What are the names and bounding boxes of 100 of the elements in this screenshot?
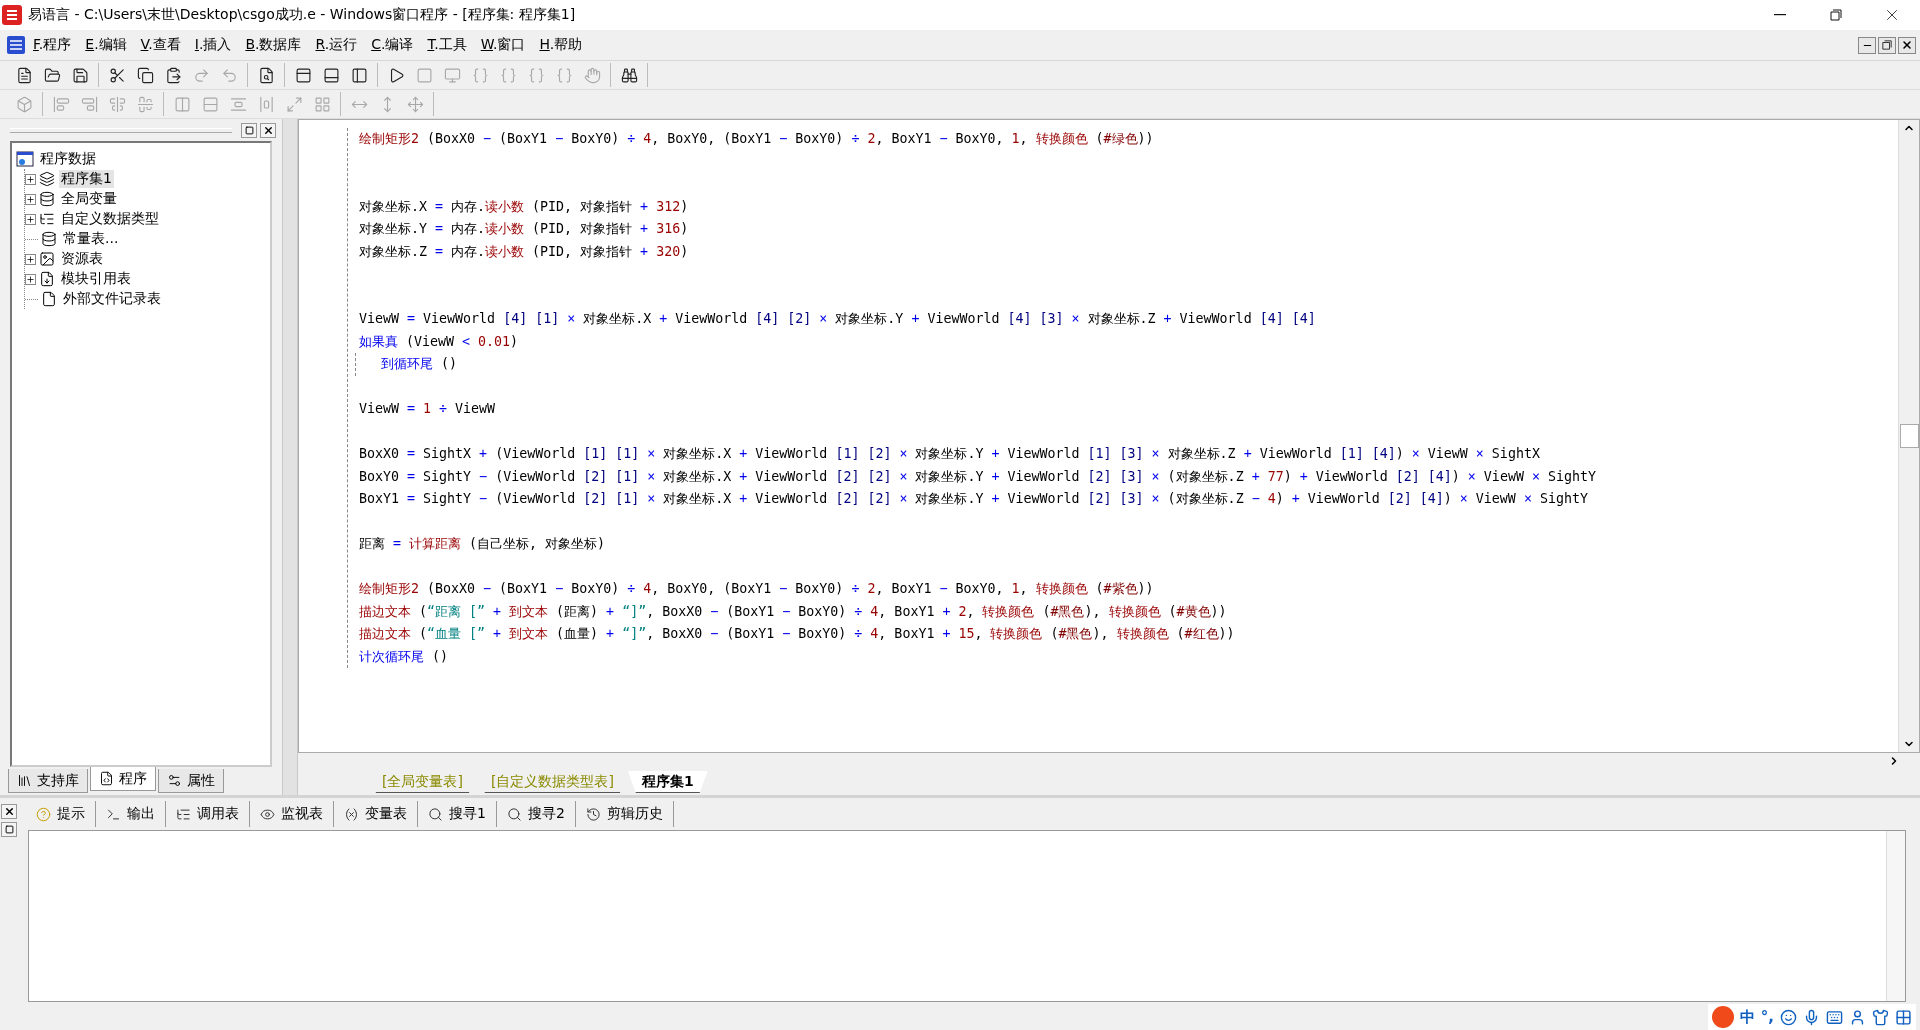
close-button[interactable] [1898,36,1916,54]
code-line: 计次循环尾 () [359,647,450,666]
history-icon [585,806,601,822]
document-icon [6,35,26,55]
code-line: 描边文本 (“血量 [” + 到文本 (血量) + “]”, BoxX0 − (BoxY1 − BoxY0) ÷ 4, BoxY1 + 15, 转换颜色 (#黑色), 转换颜色 (#红色)) [359,625,1236,643]
tree-item[interactable]: 程序集1 [59,170,114,188]
maximize-button[interactable] [1,822,17,837]
panel-tab[interactable]: 属性 [158,769,224,793]
menu-item[interactable]: W.窗口 [473,34,533,56]
layout-icon [322,66,340,84]
maximize-button[interactable] [241,122,257,138]
panel-tab[interactable]: 支持库 [8,769,88,793]
expand-toggle[interactable] [25,253,36,265]
code-line: BoxY0 = SightY − (ViewWorld [2] [1] × 对象坐标.X + ViewWorld [2] [2] × 对象坐标.Y + ViewWorld [2] [3] × (对象坐标.Z + 77) + ViewWorld [2] [4]) × ViewW × SightY [359,467,1597,486]
code-line: 描边文本 (“距离 [” + 到文本 (距离) + “]”, BoxX0 − (BoxY1 − BoxY0) ÷ 4, BoxY1 + 2, 转换颜色 (#黑色), 转换颜色 (#黄色)) [359,602,1228,621]
plus-icon [26,174,35,184]
tree-item[interactable]: 资源表 [59,250,105,268]
tree-item[interactable]: 程序数据 [38,150,98,168]
close-button[interactable] [260,122,276,138]
panel-tab[interactable]: 搜寻2 [496,801,576,827]
vertical-scrollbar[interactable] [1898,120,1919,752]
tree-item[interactable]: 全局变量 [59,190,119,208]
download-icon [39,271,55,287]
menu-item[interactable]: T.工具 [420,34,474,56]
stack-icon [39,171,55,187]
paste-icon [164,66,182,84]
expand-toggle[interactable] [25,193,36,205]
grid-icon[interactable] [1895,1008,1912,1026]
tree-item[interactable]: 自定义数据类型 [59,210,161,228]
keyboard-icon[interactable] [1826,1008,1843,1026]
close-button[interactable] [1,804,17,819]
editor-tab[interactable]: 程序集1 [627,771,708,793]
microphone-icon[interactable] [1803,1008,1820,1026]
menu-item[interactable]: V.查看 [133,34,188,56]
braces-icon [555,66,573,84]
cylinder-icon [39,191,55,207]
menu-item[interactable]: B.数据库 [238,34,309,56]
code-line: ViewW = ViewWorld [4] [1] × 对象坐标.X + ViewWorld [4] [2] × 对象坐标.Y + ViewWorld [4] [3] × 对象坐标.Z + ViewWorld [4] [4] [359,310,1317,328]
menu-item[interactable]: F.程序 [26,34,79,56]
vertical-scrollbar[interactable] [1886,831,1905,1001]
panel-tab[interactable]: 输出 [96,801,166,827]
maximize-icon [244,125,254,135]
braces-icon [471,66,489,84]
program-data-icon [16,150,34,168]
code-line: ViewW = 1 ÷ ViewW [359,400,497,418]
search-icon [428,806,443,822]
close-icon [262,124,274,136]
panel-tab[interactable]: 搜寻1 [418,801,497,827]
panel-tab[interactable]: 调用表 [166,801,250,827]
cylinder-icon [41,231,57,247]
panel-tab[interactable]: 提示 [26,801,96,827]
minimize-button[interactable] [1858,36,1876,54]
menu-item[interactable]: C.编译 [364,34,421,56]
terminal-icon [106,806,121,822]
menu-item[interactable]: R.运行 [308,34,365,56]
expand-toggle[interactable] [25,173,36,185]
close-icon [1901,39,1913,51]
menu-item[interactable]: I.插入 [187,34,239,56]
code-line: 对象坐标.Z = 内存.读小数 (PID, 对象指针 + 320) [359,242,690,261]
tree-item[interactable]: 外部文件记录表 [61,290,163,308]
input-mode-label[interactable]: 中 [1739,1007,1755,1027]
maximize-icon [4,825,14,834]
code-line: 距离 = 计算距离 (自己坐标, 对象坐标) [359,535,607,553]
panel-tab[interactable]: 程序 [90,767,156,791]
copy-icon [136,66,154,84]
punctuation-label[interactable]: °, [1760,1008,1774,1026]
code-line: BoxX0 = SightX + (ViewWorld [1] [1] × 对象坐标.X + ViewWorld [1] [2] × 对象坐标.Y + ViewWorld [1] [3] × 对象坐标.Z + ViewWorld [1] [4]) × ViewW × SightX [359,445,1541,463]
save-icon [71,66,89,84]
restore-icon [1830,9,1842,21]
expand-toggle[interactable] [25,273,36,285]
books-icon [17,773,32,788]
layout-icon [294,66,312,84]
undo-icon [220,66,238,84]
panel-tab[interactable]: 监视表 [250,801,334,827]
window-title: 易语言 - C:\Users\末世\Desktop\csgo成功.e - Windows窗口程序 - [程序集: 程序集1] [28,6,577,24]
plus-icon [26,254,35,264]
hierarchy-icon [39,211,55,227]
scrollbar-thumb[interactable] [1899,424,1919,448]
smile-icon[interactable] [1780,1008,1797,1026]
panel-tab[interactable]: 剪辑历史 [575,801,674,827]
tree-item[interactable]: 常量表... [61,230,121,248]
menu-item[interactable]: E.编辑 [78,34,134,56]
expand-toggle[interactable] [25,213,36,225]
input-method-logo-icon[interactable] [1711,1006,1734,1028]
code-line: 绘制矩形2 (BoxX0 − (BoxY1 − BoxY0) ÷ 4, BoxY0, (BoxY1 − BoxY0) ÷ 2, BoxY1 − BoxY0, 1, 转换颜色 (#紫色)) [359,580,1155,598]
user-icon[interactable] [1849,1008,1866,1026]
menu-item[interactable]: H.帮助 [532,34,590,56]
settings-icon [167,773,182,788]
code-line: 对象坐标.X = 内存.读小数 (PID, 对象指针 + 312) [359,197,690,216]
tree-item[interactable]: 模块引用表 [59,270,133,288]
braces-icon [499,66,517,84]
shirt-icon[interactable] [1872,1008,1889,1026]
eye-icon [260,806,275,822]
variable-icon [344,806,359,822]
restore-button[interactable] [1878,36,1896,54]
code-line: 绘制矩形2 (BoxX0 − (BoxY1 − BoxY0) ÷ 4, BoxY0, (BoxY1 − BoxY0) ÷ 2, BoxY1 − BoxY0, 1, 转换颜色 (#绿色)) [359,130,1155,148]
close-icon [3,806,15,817]
monitor-icon [443,66,461,84]
panel-tab[interactable]: 变量表 [334,801,418,827]
list-icon [176,806,191,822]
